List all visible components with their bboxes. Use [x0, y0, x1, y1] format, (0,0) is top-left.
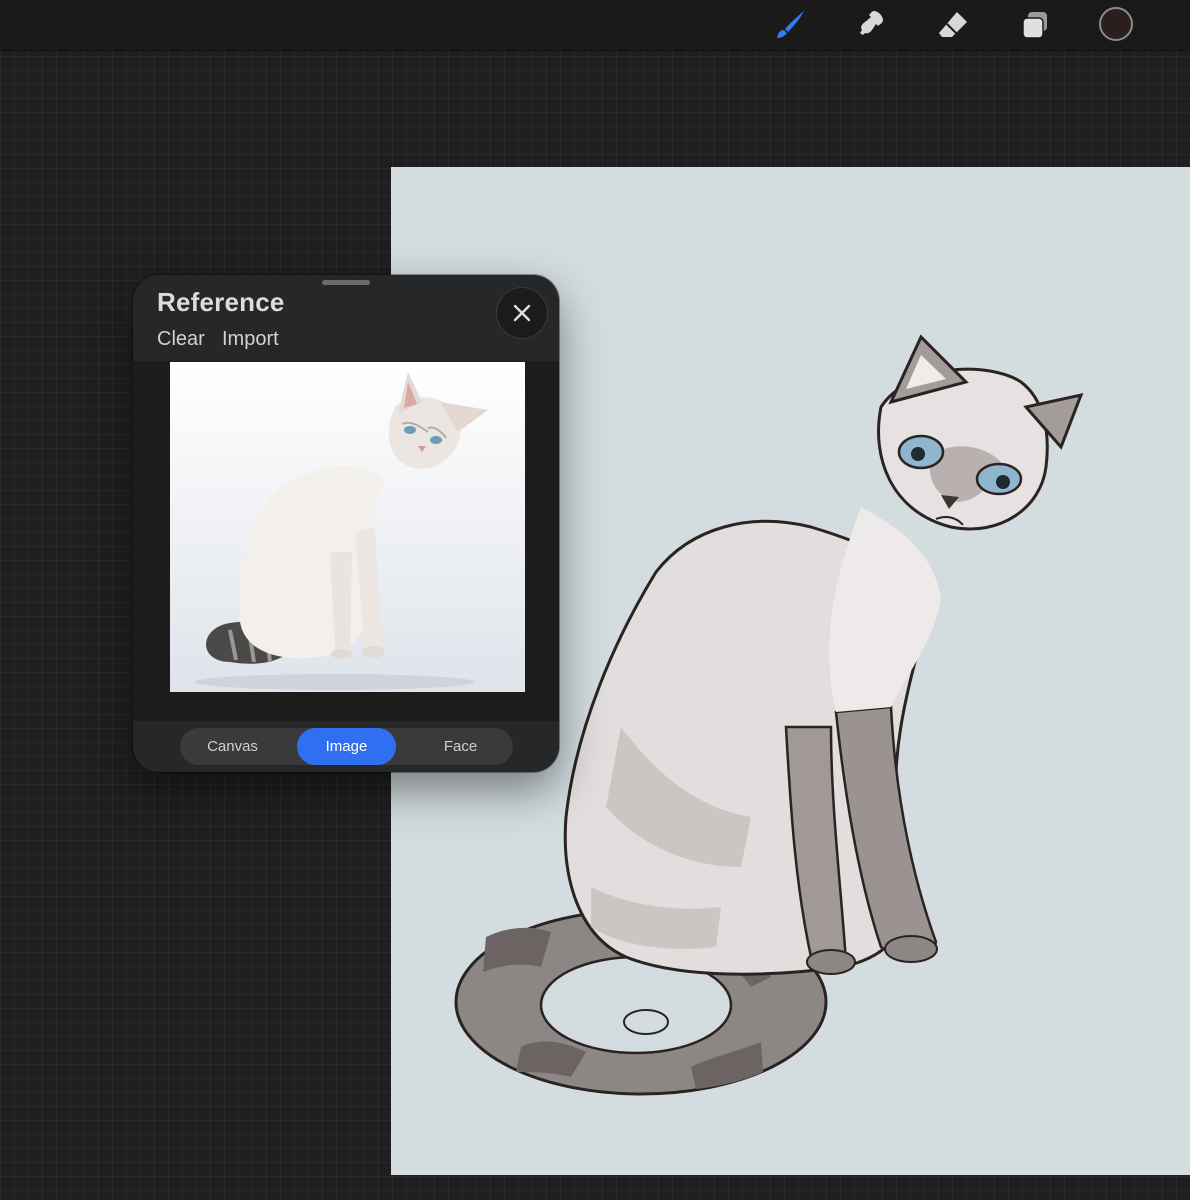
smudge-icon[interactable] — [851, 5, 891, 45]
color-well[interactable] — [1099, 7, 1133, 41]
top-toolbar — [0, 0, 1190, 51]
reference-panel: Reference Clear Import Canvas Image Face — [133, 275, 559, 772]
eraser-icon[interactable] — [933, 5, 973, 45]
segment-face[interactable]: Face — [408, 728, 513, 765]
clear-button[interactable]: Clear — [157, 328, 205, 351]
close-icon — [513, 304, 531, 322]
close-button[interactable] — [496, 287, 548, 339]
panel-grabber[interactable] — [322, 280, 370, 285]
segment-image[interactable]: Image — [297, 728, 396, 765]
layers-icon[interactable] — [1015, 5, 1055, 45]
reference-mode-segmented-control: Canvas Image Face — [180, 728, 513, 765]
panel-title: Reference — [157, 287, 285, 317]
reference-cat-photo — [170, 362, 525, 692]
reference-image-area[interactable] — [133, 361, 559, 721]
brush-icon[interactable] — [770, 5, 810, 45]
import-button[interactable]: Import — [222, 328, 279, 351]
segment-canvas[interactable]: Canvas — [180, 728, 285, 765]
